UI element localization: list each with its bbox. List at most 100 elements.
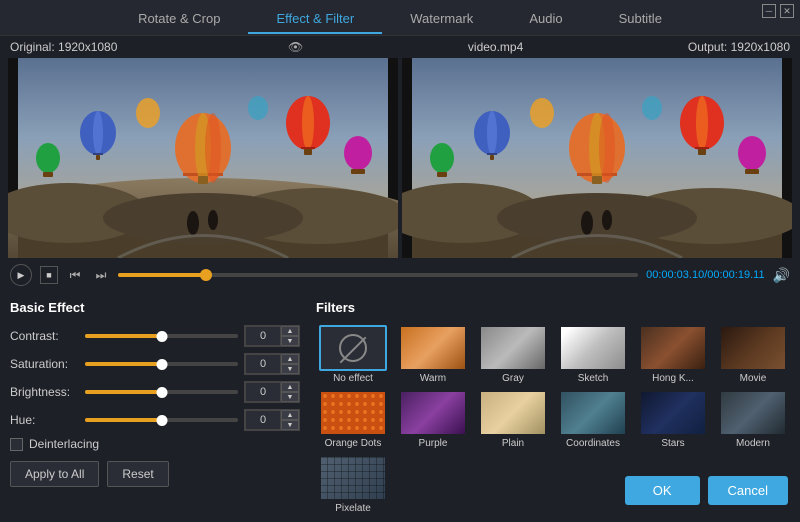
apply-to-all-button[interactable]: Apply to All — [10, 461, 99, 487]
cancel-button[interactable]: Cancel — [708, 476, 788, 505]
bottom-bar: OK Cancel — [613, 468, 800, 513]
hue-row: Hue: ▲ ▼ — [10, 409, 300, 431]
saturation-up[interactable]: ▲ — [281, 354, 299, 364]
filter-movie[interactable]: Movie — [716, 325, 790, 384]
filter-purple-thumb — [399, 390, 467, 436]
filter-warm-thumb — [399, 325, 467, 371]
filter-hong-k-thumb — [639, 325, 707, 371]
contrast-slider[interactable] — [85, 334, 238, 338]
filter-warm-label: Warm — [420, 373, 446, 384]
filter-gray[interactable]: Gray — [476, 325, 550, 384]
contrast-value-box: ▲ ▼ — [244, 325, 300, 347]
saturation-slider[interactable] — [85, 362, 238, 366]
original-resolution: Original: 1920x1080 — [10, 40, 117, 54]
filter-orange-dots-label: Orange Dots — [325, 438, 382, 449]
filter-sketch-thumb — [559, 325, 627, 371]
no-effect-icon — [339, 334, 367, 362]
filter-pixelate-label: Pixelate — [335, 503, 371, 514]
saturation-down[interactable]: ▼ — [281, 364, 299, 374]
next-frame-button[interactable]: ⏭ — [92, 266, 110, 284]
tab-rotate-crop[interactable]: Rotate & Crop — [110, 5, 248, 34]
playback-bar: ▶ ■ ⏮ ⏭ 00:00:03.10/00:00:19.11 🔊 — [0, 258, 800, 292]
progress-bar[interactable] — [118, 273, 638, 277]
filter-no-effect-thumb — [319, 325, 387, 371]
filter-pixelate-thumb — [319, 455, 387, 501]
tab-bar: Rotate & Crop Effect & Filter Watermark … — [0, 0, 800, 36]
time-display: 00:00:03.10/00:00:19.11 — [646, 269, 764, 281]
tab-subtitle[interactable]: Subtitle — [591, 5, 690, 34]
filter-orange-dots[interactable]: Orange Dots — [316, 390, 390, 449]
contrast-down[interactable]: ▼ — [281, 336, 299, 346]
tab-audio[interactable]: Audio — [501, 5, 590, 34]
hue-label: Hue: — [10, 413, 85, 427]
video-filename: video.mp4 — [468, 40, 523, 54]
stop-button[interactable]: ■ — [40, 266, 58, 284]
contrast-input[interactable] — [245, 326, 281, 346]
tab-effect-filter[interactable]: Effect & Filter — [248, 5, 382, 34]
hue-down[interactable]: ▼ — [281, 420, 299, 430]
filter-purple-label: Purple — [419, 438, 448, 449]
filter-modern-label: Modern — [736, 438, 770, 449]
filter-plain[interactable]: Plain — [476, 390, 550, 449]
hue-slider[interactable] — [85, 418, 238, 422]
filter-gray-thumb — [479, 325, 547, 371]
brightness-value-box: ▲ ▼ — [244, 381, 300, 403]
effect-panel: Basic Effect Contrast: ▲ ▼ Saturation: — [10, 300, 300, 514]
filter-sketch[interactable]: Sketch — [556, 325, 630, 384]
ok-button[interactable]: OK — [625, 476, 700, 505]
filter-orange-dots-thumb — [319, 390, 387, 436]
brightness-down[interactable]: ▼ — [281, 392, 299, 402]
action-buttons: Apply to All Reset — [10, 461, 300, 487]
contrast-label: Contrast: — [10, 329, 85, 343]
basic-effect-title: Basic Effect — [10, 300, 300, 315]
minimize-button[interactable]: ─ — [762, 4, 776, 18]
filter-purple[interactable]: Purple — [396, 390, 470, 449]
deinterlacing-checkbox[interactable] — [10, 438, 23, 451]
filter-hong-k[interactable]: Hong K... — [636, 325, 710, 384]
brightness-row: Brightness: ▲ ▼ — [10, 381, 300, 403]
brightness-input[interactable] — [245, 382, 281, 402]
output-resolution: Output: 1920x1080 — [688, 40, 790, 54]
brightness-slider[interactable] — [85, 390, 238, 394]
tab-watermark[interactable]: Watermark — [382, 5, 501, 34]
filter-stars[interactable]: Stars — [636, 390, 710, 449]
brightness-up[interactable]: ▲ — [281, 382, 299, 392]
filter-sketch-label: Sketch — [578, 373, 609, 384]
deinterlacing-row: Deinterlacing — [10, 437, 300, 451]
filter-modern-thumb — [719, 390, 787, 436]
contrast-row: Contrast: ▲ ▼ — [10, 325, 300, 347]
prev-frame-button[interactable]: ⏮ — [66, 266, 84, 284]
filter-coordinates[interactable]: Coordinates — [556, 390, 630, 449]
filter-modern[interactable]: Modern — [716, 390, 790, 449]
preview-area — [0, 58, 800, 258]
video-info-bar: Original: 1920x1080 👁 video.mp4 Output: … — [0, 36, 800, 58]
volume-icon[interactable]: 🔊 — [773, 267, 790, 284]
filter-warm[interactable]: Warm — [396, 325, 470, 384]
filter-gray-label: Gray — [502, 373, 524, 384]
saturation-value-box: ▲ ▼ — [244, 353, 300, 375]
filter-pixelate[interactable]: Pixelate — [316, 455, 390, 514]
hue-input[interactable] — [245, 410, 281, 430]
title-bar: ─ ✕ — [756, 0, 800, 22]
filter-stars-thumb — [639, 390, 707, 436]
filter-hong-k-label: Hong K... — [652, 373, 694, 384]
contrast-up[interactable]: ▲ — [281, 326, 299, 336]
eye-icon[interactable]: 👁 — [288, 40, 303, 54]
saturation-input[interactable] — [245, 354, 281, 374]
deinterlacing-label: Deinterlacing — [29, 437, 99, 451]
reset-button[interactable]: Reset — [107, 461, 168, 487]
original-preview — [8, 58, 398, 258]
filters-title: Filters — [316, 300, 790, 315]
filter-movie-label: Movie — [740, 373, 767, 384]
filter-movie-thumb — [719, 325, 787, 371]
play-button[interactable]: ▶ — [10, 264, 32, 286]
saturation-label: Saturation: — [10, 357, 85, 371]
filter-coordinates-thumb — [559, 390, 627, 436]
filter-coordinates-label: Coordinates — [566, 438, 620, 449]
hue-up[interactable]: ▲ — [281, 410, 299, 420]
close-button[interactable]: ✕ — [780, 4, 794, 18]
filter-no-effect-label: No effect — [333, 373, 373, 384]
filter-no-effect[interactable]: No effect — [316, 325, 390, 384]
filter-stars-label: Stars — [661, 438, 684, 449]
output-preview — [402, 58, 792, 258]
